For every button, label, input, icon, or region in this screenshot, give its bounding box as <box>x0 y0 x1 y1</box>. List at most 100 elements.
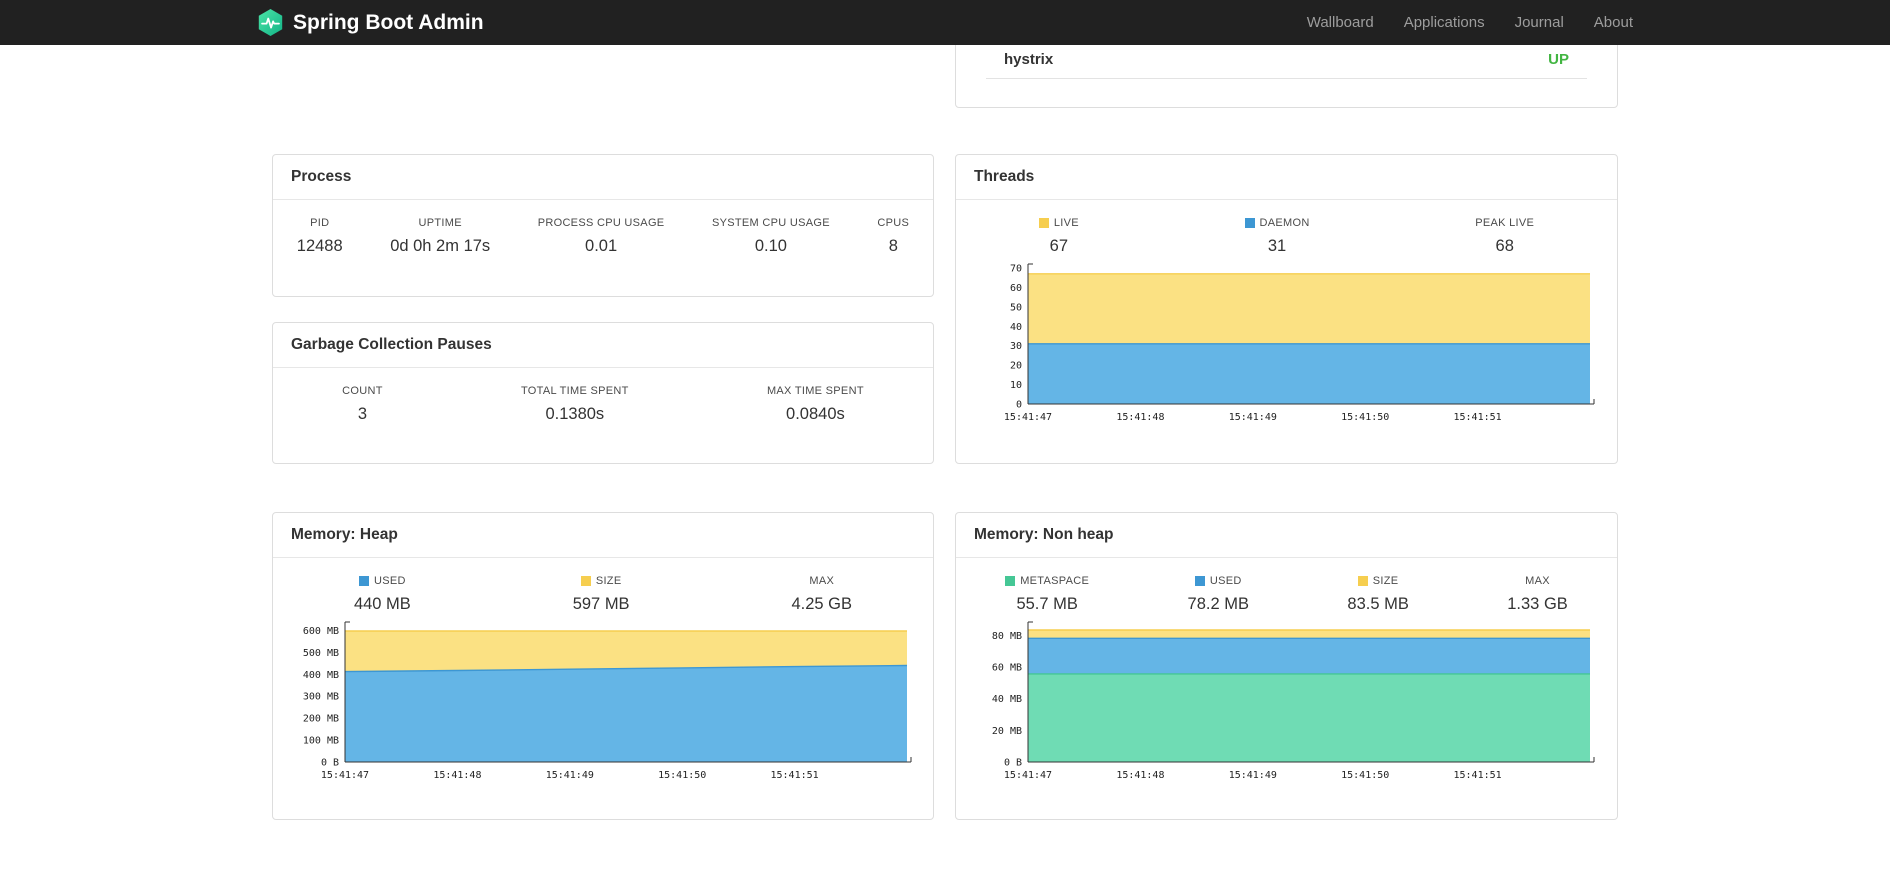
stat-label: USED <box>1188 575 1249 587</box>
svg-text:15:41:48: 15:41:48 <box>1116 770 1164 781</box>
stat-system-cpu-usage: SYSTEM CPU USAGE 0.10 <box>706 217 836 256</box>
brand[interactable]: Spring Boot Admin <box>257 9 484 36</box>
svg-text:30: 30 <box>1010 341 1022 352</box>
nav-link-about[interactable]: About <box>1594 14 1633 31</box>
application-row[interactable]: hystrix UP <box>986 41 1587 79</box>
navbar-inner: Spring Boot Admin Wallboard Applications J… <box>257 0 1633 45</box>
stat-label: MAX TIME SPENT <box>766 385 864 397</box>
nav-links: Wallboard Applications Journal About <box>1277 14 1633 31</box>
blue-legend-swatch-icon <box>358 576 369 586</box>
stat-used: USED 78.2 MB <box>1182 575 1255 614</box>
panel-threads: Threads LIVE 67 DAEMON 31 PEAK LIVE 68 70 60 50… <box>955 154 1618 464</box>
application-name: hystrix <box>1004 51 1054 68</box>
panel-process-title: Process <box>273 155 933 200</box>
svg-text:20 MB: 20 MB <box>992 726 1022 737</box>
column-right: hystrix UP Threads LIVE 67 DAEMON 31 PEAK LI… <box>955 0 1618 464</box>
stat-size: SIZE 597 MB <box>567 575 636 614</box>
stat-label: CPUS <box>877 217 910 229</box>
stat-max: MAX 4.25 GB <box>785 575 858 614</box>
row-top: Process PID 12488 UPTIME 0d 0h 2m 17s PROCES… <box>272 0 1618 464</box>
stat-value: 31 <box>1267 237 1287 255</box>
stat-uptime: UPTIME 0d 0h 2m 17s <box>384 217 496 256</box>
stat-pid: PID 12488 <box>291 217 349 256</box>
gc-stats: COUNT 3 TOTAL TIME SPENT 0.1380s MAX TIME SP… <box>273 368 933 424</box>
dashboard: Process PID 12488 UPTIME 0d 0h 2m 17s PROCES… <box>272 0 1618 820</box>
svg-text:40: 40 <box>1010 322 1022 333</box>
svg-text:15:41:51: 15:41:51 <box>1454 770 1502 781</box>
stat-size: SIZE 83.5 MB <box>1341 575 1414 614</box>
stat-value: 4.25 GB <box>791 595 853 613</box>
nav-link-wallboard[interactable]: Wallboard <box>1307 14 1374 31</box>
stat-label: PEAK LIVE <box>1475 217 1535 229</box>
stat-daemon: DAEMON 31 <box>1239 217 1316 256</box>
svg-text:70: 70 <box>1010 264 1022 275</box>
stat-value: 12488 <box>296 237 343 255</box>
svg-text:50: 50 <box>1010 302 1022 313</box>
svg-text:15:41:49: 15:41:49 <box>546 770 594 781</box>
svg-text:15:41:47: 15:41:47 <box>1004 770 1052 781</box>
svg-text:15:41:51: 15:41:51 <box>771 770 819 781</box>
svg-text:0: 0 <box>1016 400 1022 411</box>
nav-link-applications[interactable]: Applications <box>1404 14 1485 31</box>
stat-value: 3 <box>357 405 368 423</box>
stat-value: 440 MB <box>353 595 411 613</box>
svg-text:15:41:51: 15:41:51 <box>1454 412 1502 423</box>
stat-label: UPTIME <box>418 217 462 229</box>
stat-value: 78.2 MB <box>1187 595 1249 613</box>
svg-text:15:41:49: 15:41:49 <box>1229 770 1277 781</box>
stat-label: COUNT <box>342 385 383 397</box>
row-bottom: Memory: Heap USED 440 MB SIZE 597 MB MAX 4.25… <box>272 512 1618 820</box>
stat-max-time-spent: MAX TIME SPENT 0.0840s <box>761 385 870 424</box>
stat-label: USED <box>354 575 411 587</box>
svg-text:60 MB: 60 MB <box>992 663 1022 674</box>
stat-value: 8 <box>888 237 898 255</box>
stat-value: 68 <box>1495 237 1514 255</box>
svg-text:100 MB: 100 MB <box>303 736 339 747</box>
stat-label: METASPACE <box>1005 575 1089 587</box>
stat-metaspace: METASPACE 55.7 MB <box>999 575 1095 614</box>
nav-link-journal[interactable]: Journal <box>1515 14 1564 31</box>
stat-label: MAX <box>1525 575 1550 587</box>
svg-text:15:41:50: 15:41:50 <box>1341 412 1389 423</box>
stat-value: 67 <box>1049 237 1069 255</box>
stat-label: SIZE <box>1347 575 1408 587</box>
stat-label: PID <box>310 217 330 229</box>
stat-label: LIVE <box>1038 217 1079 229</box>
panel-process: Process PID 12488 UPTIME 0d 0h 2m 17s PROCES… <box>272 154 934 297</box>
memory-heap-stats: USED 440 MB SIZE 597 MB MAX 4.25 GB <box>273 558 933 614</box>
panel-memory-heap: Memory: Heap USED 440 MB SIZE 597 MB MAX 4.25… <box>272 512 934 820</box>
green-legend-swatch-icon <box>1005 576 1016 586</box>
stat-value: 0.1380s <box>545 405 605 423</box>
stat-label: SIZE <box>573 575 630 587</box>
svg-text:400 MB: 400 MB <box>303 670 339 681</box>
brand-title: Spring Boot Admin <box>293 10 484 34</box>
svg-text:15:41:48: 15:41:48 <box>433 770 481 781</box>
panel-memory-non-heap-title: Memory: Non heap <box>956 513 1617 558</box>
stat-count: COUNT 3 <box>336 385 389 424</box>
svg-text:0 B: 0 B <box>321 758 339 769</box>
column-left: Process PID 12488 UPTIME 0d 0h 2m 17s PROCES… <box>272 154 934 464</box>
column-right-bottom: Memory: Non heap METASPACE 55.7 MB USED 78.… <box>955 512 1618 820</box>
stat-value: 0.01 <box>585 237 618 255</box>
stat-label: MAX <box>809 575 835 587</box>
svg-text:15:41:47: 15:41:47 <box>1004 412 1052 423</box>
yellow-legend-swatch-icon <box>1357 576 1368 586</box>
spring-boot-admin-logo-icon <box>257 9 284 36</box>
memory-heap-chart: 600 MB500 MB400 MB300 MB200 MB100 MB0 B1… <box>303 621 912 781</box>
stat-total-time-spent: TOTAL TIME SPENT 0.1380s <box>515 385 635 424</box>
svg-text:10: 10 <box>1010 380 1022 391</box>
svg-text:15:41:49: 15:41:49 <box>1229 412 1277 423</box>
stat-label: SYSTEM CPU USAGE <box>711 217 830 229</box>
panel-memory-non-heap: Memory: Non heap METASPACE 55.7 MB USED 78.… <box>955 512 1618 820</box>
svg-text:500 MB: 500 MB <box>303 648 339 659</box>
svg-text:600 MB: 600 MB <box>303 626 339 637</box>
svg-text:15:41:48: 15:41:48 <box>1116 412 1164 423</box>
panel-gc-title: Garbage Collection Pauses <box>273 323 933 368</box>
yellow-legend-swatch-icon <box>1038 218 1049 228</box>
stat-peak-live: PEAK LIVE 68 <box>1469 217 1540 256</box>
stat-process-cpu-usage: PROCESS CPU USAGE 0.01 <box>532 217 671 256</box>
stat-live: LIVE 67 <box>1033 217 1085 256</box>
stat-label: DAEMON <box>1244 217 1310 229</box>
navbar: Spring Boot Admin Wallboard Applications J… <box>0 0 1890 45</box>
stat-max: MAX 1.33 GB <box>1501 575 1574 614</box>
